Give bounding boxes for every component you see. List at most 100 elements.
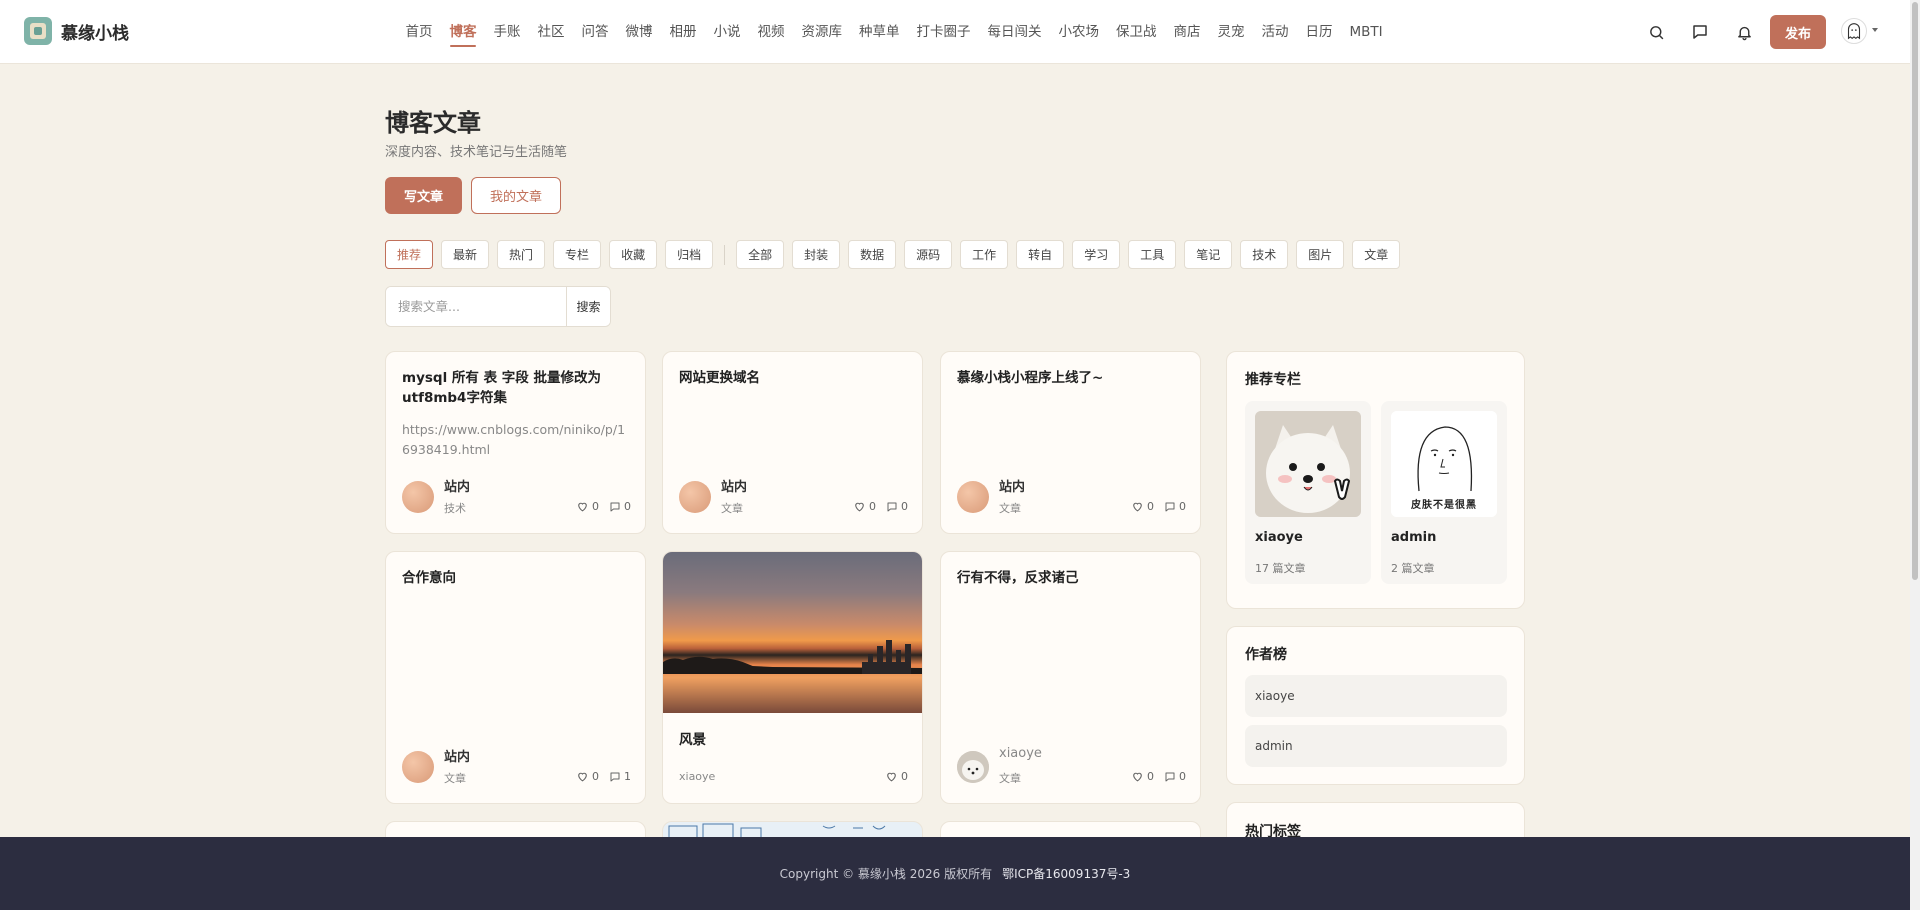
column-count: 17 篇文章 — [1255, 562, 1306, 575]
page-title: 博客文章 — [385, 109, 481, 137]
my-articles-button[interactable]: 我的文章 — [471, 177, 561, 214]
write-article-button[interactable]: 写文章 — [385, 177, 462, 214]
article-title: 网站更换域名 — [679, 370, 760, 386]
article-stats: 0 0 — [1131, 770, 1186, 783]
nav-item-farm[interactable]: 小农场 — [1050, 0, 1108, 64]
article-card[interactable]: mysql 所有 表 字段 批量修改为utf8mb4字符集 https://ww… — [385, 351, 646, 534]
filter-sort-favorites[interactable]: 收藏 — [609, 240, 658, 269]
filter-sort-columns[interactable]: 专栏 — [553, 240, 602, 269]
comment-stat[interactable]: 0 — [1164, 500, 1186, 513]
user-avatar[interactable] — [1841, 18, 1867, 44]
nav-item-video[interactable]: 视频 — [749, 0, 793, 64]
bell-icon[interactable] — [1732, 20, 1756, 44]
filter-category-all[interactable]: 全部 — [736, 240, 785, 269]
author-row[interactable]: admin — [1245, 725, 1507, 767]
icp-link[interactable]: 鄂ICP备16009137号-3 — [1002, 865, 1130, 882]
like-stat[interactable]: 0 — [885, 770, 908, 783]
filter-category-package[interactable]: 封装 — [792, 240, 841, 269]
author-row[interactable]: xiaoye — [1245, 675, 1507, 717]
copyright-text: Copyright © 慕缘小栈 2026 版权所有 — [779, 867, 993, 881]
article-card[interactable]: 合作意向 站内 文章 0 1 — [385, 551, 646, 804]
page-subtitle: 深度内容、技术笔记与生活随笔 — [385, 145, 568, 160]
nav-item-resources[interactable]: 资源库 — [793, 0, 851, 64]
comment-count: 0 — [624, 500, 631, 513]
nav-item-daily-challenge[interactable]: 每日闯关 — [979, 0, 1050, 64]
like-stat[interactable]: 0 — [1131, 500, 1154, 513]
article-stats: 0 1 — [576, 770, 631, 783]
avatar — [402, 481, 434, 513]
nav-item-mbti[interactable]: MBTI — [1341, 0, 1391, 64]
nav-item-weibo[interactable]: 微博 — [617, 0, 661, 64]
filter-sort-recommended[interactable]: 推荐 — [385, 240, 434, 269]
comment-count: 1 — [624, 770, 631, 783]
column-item[interactable]: 皮肤不是很黑 admin 2 篇文章 — [1381, 401, 1507, 584]
comment-stat[interactable]: 0 — [609, 500, 631, 513]
like-stat[interactable]: 0 — [576, 770, 599, 783]
article-title: 慕缘小栈小程序上线了~ — [957, 370, 1104, 386]
filter-category-data[interactable]: 数据 — [848, 240, 897, 269]
nav-item-calendar[interactable]: 日历 — [1297, 0, 1341, 64]
nav-item-pets[interactable]: 灵宠 — [1209, 0, 1253, 64]
filter-sort-latest[interactable]: 最新 — [441, 240, 490, 269]
article-author: xiaoye — [679, 770, 716, 783]
nav-item-recommend-list[interactable]: 种草单 — [851, 0, 909, 64]
nav-item-blog[interactable]: 博客 — [441, 0, 485, 64]
search-button[interactable]: 搜索 — [566, 287, 610, 326]
filter-category-articles[interactable]: 文章 — [1352, 240, 1401, 269]
nav-item-album[interactable]: 相册 — [661, 0, 705, 64]
filter-category-notes[interactable]: 笔记 — [1184, 240, 1233, 269]
like-stat[interactable]: 0 — [853, 500, 876, 513]
article-card[interactable]: 慕缘小栈小程序上线了~ 站内 文章 0 0 — [940, 351, 1201, 534]
comment-stat[interactable]: 0 — [1164, 770, 1186, 783]
search-icon[interactable] — [1644, 20, 1668, 44]
article-card[interactable]: 网站更换域名 站内 文章 0 0 — [662, 351, 923, 534]
brand-link[interactable]: 慕缘小栈 — [24, 17, 129, 45]
filter-divider — [724, 244, 726, 265]
article-title: 行有不得，反求诸己 — [957, 570, 1079, 586]
filter-category-study[interactable]: 学习 — [1072, 240, 1121, 269]
like-stat[interactable]: 0 — [1131, 770, 1154, 783]
article-author: 站内 — [444, 750, 471, 765]
main-nav: 首页 博客 手账 社区 问答 微博 相册 小说 视频 资源库 种草单 打卡圈子 … — [397, 0, 1391, 64]
filter-category-source[interactable]: 源码 — [904, 240, 953, 269]
filter-category-work[interactable]: 工作 — [960, 240, 1009, 269]
author-ranking-panel: 作者榜 xiaoye admin — [1226, 626, 1525, 785]
comment-icon — [1165, 502, 1175, 511]
article-category: 文章 — [999, 502, 1021, 515]
nav-item-events[interactable]: 活动 — [1253, 0, 1297, 64]
filter-sort-archive[interactable]: 归档 — [665, 240, 714, 269]
heart-icon — [887, 772, 896, 782]
article-stats: 0 — [885, 770, 908, 783]
comment-stat[interactable]: 0 — [886, 500, 908, 513]
article-author: 站内 — [444, 480, 471, 495]
filter-category-tools[interactable]: 工具 — [1128, 240, 1177, 269]
like-stat[interactable]: 0 — [576, 500, 599, 513]
chevron-down-icon[interactable] — [1872, 28, 1878, 32]
nav-item-home[interactable]: 首页 — [397, 0, 441, 64]
footer: Copyright © 慕缘小栈 2026 版权所有 鄂ICP备16009137… — [0, 837, 1910, 910]
nav-item-qa[interactable]: 问答 — [573, 0, 617, 64]
search-input[interactable] — [386, 287, 566, 326]
brand-logo-icon — [24, 17, 52, 45]
publish-button[interactable]: 发布 — [1770, 15, 1826, 49]
avatar — [957, 481, 989, 513]
filter-category-tech[interactable]: 技术 — [1240, 240, 1289, 269]
filter-category-images[interactable]: 图片 — [1296, 240, 1345, 269]
scrollbar-thumb[interactable] — [1912, 2, 1918, 580]
article-card[interactable]: 行有不得，反求诸己 xiaoye 文章 0 0 — [940, 551, 1201, 804]
heart-icon — [578, 502, 587, 512]
nav-item-novel[interactable]: 小说 — [705, 0, 749, 64]
column-item[interactable]: xiaoye 17 篇文章 — [1245, 401, 1371, 584]
comment-stat[interactable]: 1 — [609, 770, 631, 783]
nav-item-defense[interactable]: 保卫战 — [1108, 0, 1166, 64]
nav-item-shop[interactable]: 商店 — [1165, 0, 1209, 64]
article-card[interactable]: 风景 xiaoye 0 — [662, 551, 923, 804]
filter-category-repost[interactable]: 转自 — [1016, 240, 1065, 269]
nav-item-community[interactable]: 社区 — [529, 0, 573, 64]
message-icon[interactable] — [1688, 20, 1712, 44]
nav-item-journal[interactable]: 手账 — [485, 0, 529, 64]
nav-item-checkin-circle[interactable]: 打卡圈子 — [908, 0, 979, 64]
article-stats: 0 0 — [853, 500, 908, 513]
ghost-avatar-icon — [1847, 23, 1861, 40]
filter-sort-hot[interactable]: 热门 — [497, 240, 546, 269]
